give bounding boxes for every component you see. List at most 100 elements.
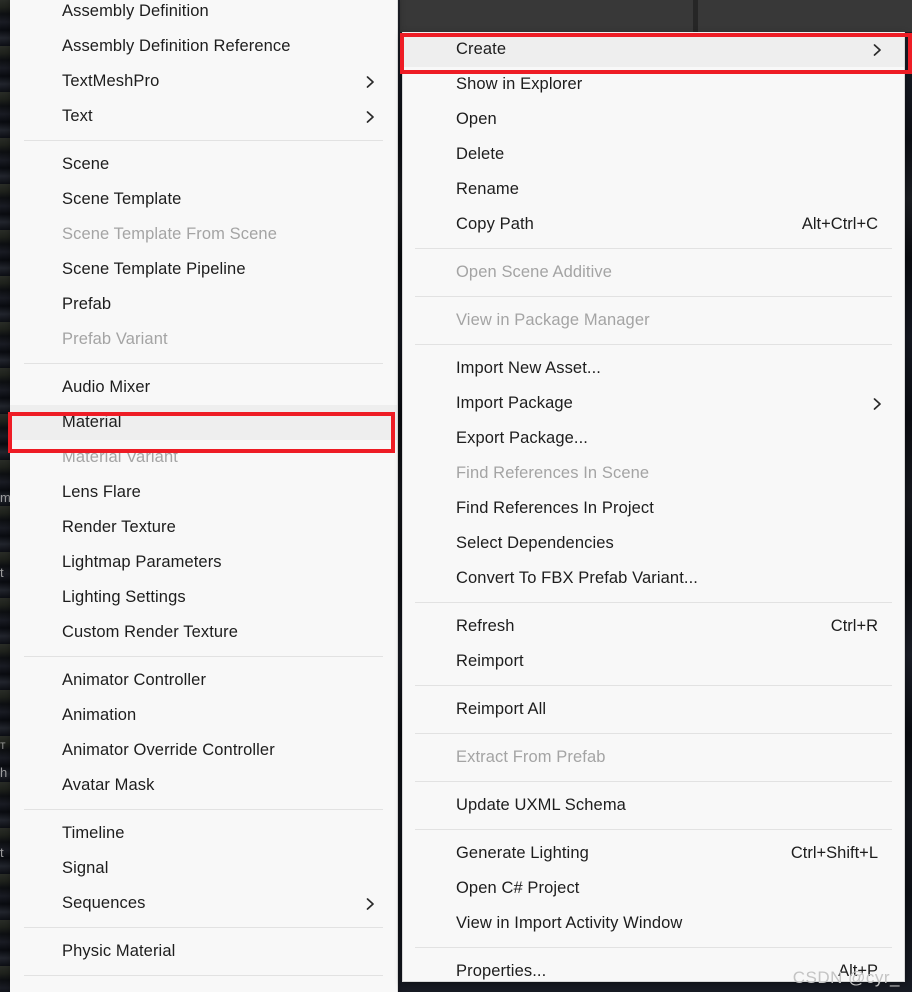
menu-item-label: Open bbox=[456, 110, 497, 128]
menu-item-text[interactable]: Text bbox=[10, 99, 397, 134]
menu-separator bbox=[415, 781, 892, 782]
background-text-fragment: h bbox=[0, 765, 8, 780]
menu-item-physic-material[interactable]: Physic Material bbox=[10, 934, 397, 969]
menu-item-lens-flare[interactable]: Lens Flare bbox=[10, 475, 397, 510]
menu-item-prefab[interactable]: Prefab bbox=[10, 287, 397, 322]
menu-item-label: Extract From Prefab bbox=[456, 748, 606, 766]
menu-item-assembly-definition[interactable]: Assembly Definition bbox=[10, 0, 397, 29]
menu-item-label: Scene Template From Scene bbox=[62, 225, 277, 243]
menu-item-reimport[interactable]: Reimport bbox=[403, 644, 904, 679]
menu-item-show-in-explorer[interactable]: Show in Explorer bbox=[403, 67, 904, 102]
menu-item-shortcut: Ctrl+Shift+L bbox=[790, 844, 878, 862]
menu-item-import-new-asset[interactable]: Import New Asset... bbox=[403, 351, 904, 386]
menu-item-avatar-mask[interactable]: Avatar Mask bbox=[10, 768, 397, 803]
menu-separator bbox=[24, 140, 383, 141]
menu-separator bbox=[415, 296, 892, 297]
menu-item-label: Physic Material bbox=[62, 942, 176, 960]
menu-item-scene-template-pipeline[interactable]: Scene Template Pipeline bbox=[10, 252, 397, 287]
menu-item-label: Animation bbox=[62, 706, 137, 724]
menu-item-label: Find References In Scene bbox=[456, 464, 650, 482]
menu-item-label: Avatar Mask bbox=[62, 776, 155, 794]
menu-item-label: View in Package Manager bbox=[456, 311, 650, 329]
menu-separator bbox=[24, 927, 383, 928]
menu-item-label: Reimport All bbox=[456, 700, 547, 718]
menu-item-properties[interactable]: Properties... Alt+P bbox=[403, 954, 904, 989]
screenshot-root: mtᵀht Assembly Definition Assembly Defini… bbox=[0, 0, 912, 992]
menu-item-scene-template-from-scene: Scene Template From Scene bbox=[10, 217, 397, 252]
menu-item-label: Scene bbox=[62, 155, 110, 173]
menu-item-lightmap-parameters[interactable]: Lightmap Parameters bbox=[10, 545, 397, 580]
menu-item-label: Text bbox=[62, 107, 93, 125]
menu-item-label: Timeline bbox=[62, 824, 125, 842]
menu-item-label: Export Package... bbox=[456, 429, 588, 447]
menu-item-copy-path[interactable]: Copy Path Alt+Ctrl+C bbox=[403, 207, 904, 242]
menu-item-reimport-all[interactable]: Reimport All bbox=[403, 692, 904, 727]
menu-item-extract-from-prefab: Extract From Prefab bbox=[403, 740, 904, 775]
menu-item-label: Prefab bbox=[62, 295, 112, 313]
menu-item-update-uxml-schema[interactable]: Update UXML Schema bbox=[403, 788, 904, 823]
menu-item-create[interactable]: Create bbox=[403, 32, 904, 67]
menu-separator bbox=[415, 685, 892, 686]
menu-item-label: Create bbox=[456, 40, 507, 58]
menu-item-animator-override-controller[interactable]: Animator Override Controller bbox=[10, 733, 397, 768]
chevron-right-icon bbox=[363, 897, 383, 911]
menu-separator bbox=[415, 829, 892, 830]
menu-item-label: Lighting Settings bbox=[62, 588, 186, 606]
menu-item-shortcut: Alt+P bbox=[838, 962, 878, 980]
menu-item-assembly-definition-reference[interactable]: Assembly Definition Reference bbox=[10, 29, 397, 64]
menu-separator bbox=[24, 975, 383, 976]
menu-item-label: Signal bbox=[62, 859, 109, 877]
menu-item-label: Import Package bbox=[456, 394, 573, 412]
menu-item-audio-mixer[interactable]: Audio Mixer bbox=[10, 370, 397, 405]
menu-item-scene-template[interactable]: Scene Template bbox=[10, 182, 397, 217]
menu-item-label: Convert To FBX Prefab Variant... bbox=[456, 569, 698, 587]
menu-item-label: Material Variant bbox=[62, 448, 178, 466]
menu-item-animator-controller[interactable]: Animator Controller bbox=[10, 663, 397, 698]
menu-item-material[interactable]: Material bbox=[10, 405, 397, 440]
menu-item-label: Refresh bbox=[456, 617, 515, 635]
menu-item-render-texture[interactable]: Render Texture bbox=[10, 510, 397, 545]
menu-item-open[interactable]: Open bbox=[403, 102, 904, 137]
menu-item-export-package[interactable]: Export Package... bbox=[403, 421, 904, 456]
menu-item-animation[interactable]: Animation bbox=[10, 698, 397, 733]
menu-separator bbox=[24, 656, 383, 657]
menu-item-label: Animator Controller bbox=[62, 671, 207, 689]
menu-item-label: Lightmap Parameters bbox=[62, 553, 222, 571]
chevron-right-icon bbox=[363, 75, 383, 89]
menu-item-signal[interactable]: Signal bbox=[10, 851, 397, 886]
menu-item-delete[interactable]: Delete bbox=[403, 137, 904, 172]
menu-item-import-package[interactable]: Import Package bbox=[403, 386, 904, 421]
menu-item-label: Properties... bbox=[456, 962, 547, 980]
menu-item-lighting-settings[interactable]: Lighting Settings bbox=[10, 580, 397, 615]
menu-item-open-scene-additive: Open Scene Additive bbox=[403, 255, 904, 290]
menu-item-label: Open Scene Additive bbox=[456, 263, 613, 281]
toolbar-divider bbox=[693, 0, 698, 32]
menu-item-convert-to-fbx-prefab-variant[interactable]: Convert To FBX Prefab Variant... bbox=[403, 561, 904, 596]
menu-item-timeline[interactable]: Timeline bbox=[10, 816, 397, 851]
menu-separator bbox=[415, 602, 892, 603]
background-text-fragment: t bbox=[0, 565, 4, 580]
menu-item-label: Update UXML Schema bbox=[456, 796, 626, 814]
menu-item-find-references-in-project[interactable]: Find References In Project bbox=[403, 491, 904, 526]
create-submenu-panel[interactable]: Assembly Definition Assembly Definition R… bbox=[10, 0, 398, 992]
menu-item-generate-lighting[interactable]: Generate Lighting Ctrl+Shift+L bbox=[403, 836, 904, 871]
menu-item-custom-render-texture[interactable]: Custom Render Texture bbox=[10, 615, 397, 650]
menu-item-view-in-import-activity-window[interactable]: View in Import Activity Window bbox=[403, 906, 904, 941]
menu-item-label: Prefab Variant bbox=[62, 330, 168, 348]
menu-separator bbox=[415, 248, 892, 249]
project-context-menu-panel[interactable]: Create Show in Explorer Open Delete Rename Co… bbox=[402, 32, 905, 982]
menu-item-textmeshpro[interactable]: TextMeshPro bbox=[10, 64, 397, 99]
menu-item-view-in-package-manager: View in Package Manager bbox=[403, 303, 904, 338]
menu-separator bbox=[415, 733, 892, 734]
menu-item-open-c-project[interactable]: Open C# Project bbox=[403, 871, 904, 906]
menu-item-material-variant: Material Variant bbox=[10, 440, 397, 475]
menu-item-sequences[interactable]: Sequences bbox=[10, 886, 397, 921]
menu-item-label: Lens Flare bbox=[62, 483, 141, 501]
menu-item-select-dependencies[interactable]: Select Dependencies bbox=[403, 526, 904, 561]
menu-item-rename[interactable]: Rename bbox=[403, 172, 904, 207]
menu-item-label: View in Import Activity Window bbox=[456, 914, 683, 932]
menu-item-scene[interactable]: Scene bbox=[10, 147, 397, 182]
menu-item-label: Scene Template Pipeline bbox=[62, 260, 246, 278]
menu-separator bbox=[415, 344, 892, 345]
menu-item-refresh[interactable]: Refresh Ctrl+R bbox=[403, 609, 904, 644]
